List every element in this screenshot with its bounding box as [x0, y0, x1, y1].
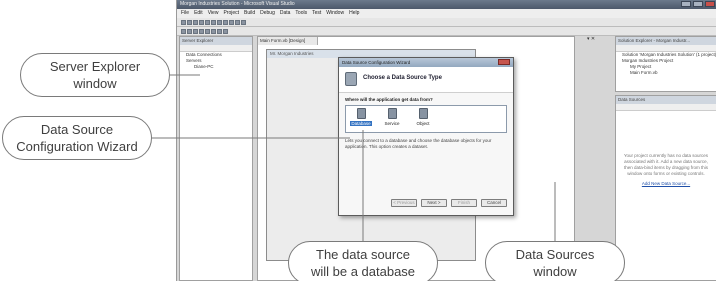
cut-icon[interactable]: [211, 20, 216, 25]
data-source-type-list: Database Service Object: [345, 105, 507, 133]
wizard-close-button[interactable]: [498, 59, 510, 65]
maximize-button[interactable]: [693, 1, 703, 7]
solution-explorer-toolbar: [616, 45, 716, 52]
menu-window[interactable]: Window: [326, 9, 344, 18]
server-explorer-title: Server Explorer: [180, 37, 252, 45]
align-center-icon[interactable]: [187, 29, 192, 34]
previous-button[interactable]: < Previous: [391, 199, 417, 207]
menu-edit[interactable]: Edit: [194, 9, 203, 18]
server-explorer-toolbar: [180, 45, 252, 52]
callout-wizard: Data Source Configuration Wizard: [2, 116, 152, 160]
callout-data-sources: Data Sources window: [485, 241, 625, 281]
wizard-title: Data Source Configuration Wizard: [339, 58, 513, 67]
wizard-heading: Choose a Data Source Type: [363, 75, 442, 81]
solution-explorer-pane: Solution Explorer - Morgan Industr... So…: [615, 36, 716, 92]
type-label-object: Object: [416, 121, 430, 126]
wizard-description: Lets you connect to a database and choos…: [345, 138, 492, 149]
type-label-service: Service: [384, 121, 400, 126]
database-wizard-icon: [345, 72, 357, 86]
callout-database: The data source will be a database: [288, 241, 438, 281]
tab-main-form-design[interactable]: Main Form.vb [Design]: [258, 37, 318, 45]
wizard-header: Choose a Data Source Type: [339, 67, 513, 93]
close-button[interactable]: [705, 1, 715, 7]
add-item-icon[interactable]: [187, 20, 192, 25]
close-pane-icon[interactable]: ▾ ✕: [587, 36, 595, 42]
callout-data-sources-line2: window: [533, 264, 577, 279]
menu-project[interactable]: Project: [223, 9, 239, 18]
window-controls: [681, 1, 715, 7]
minimize-button[interactable]: [681, 1, 691, 7]
menu-debug[interactable]: Debug: [260, 9, 275, 18]
data-source-configuration-wizard: Data Source Configuration Wizard Choose …: [338, 57, 514, 216]
data-sources-title: Data Sources: [616, 96, 716, 104]
database-icon: [356, 108, 366, 119]
save-all-icon[interactable]: [205, 20, 210, 25]
menu-tools[interactable]: Tools: [295, 9, 307, 18]
new-project-icon[interactable]: [181, 20, 186, 25]
finish-button[interactable]: Finish: [451, 199, 477, 207]
type-label-database: Database: [350, 121, 372, 126]
server-explorer-pane: Server Explorer Data Connections Servers…: [179, 36, 253, 281]
same-size-icon[interactable]: [217, 29, 222, 34]
align-middle-icon[interactable]: [205, 29, 210, 34]
menu-help[interactable]: Help: [349, 9, 359, 18]
type-option-object[interactable]: Object: [412, 108, 434, 130]
wizard-question: Where will the application get data from…: [345, 97, 433, 102]
menu-file[interactable]: File: [181, 9, 189, 18]
align-top-icon[interactable]: [199, 29, 204, 34]
align-bottom-icon[interactable]: [211, 29, 216, 34]
align-left-icon[interactable]: [181, 29, 186, 34]
type-option-service[interactable]: Service: [381, 108, 403, 130]
data-sources-empty-message: Your project currently has no data sourc…: [623, 153, 709, 176]
wizard-button-row: < Previous Next > Finish Cancel: [391, 199, 507, 207]
open-file-icon[interactable]: [193, 20, 198, 25]
callout-wizard-line2: Configuration Wizard: [16, 139, 138, 154]
callout-server-explorer: Server Explorer window: [20, 53, 170, 97]
redo-icon[interactable]: [235, 20, 240, 25]
service-icon: [387, 108, 397, 119]
data-sources-pane: Data Sources Your project currently has …: [615, 95, 716, 281]
callout-wizard-line1: Data Source: [40, 122, 114, 137]
window-title: Morgan Industries Solution - Microsoft V…: [180, 1, 295, 7]
menu-build[interactable]: Build: [244, 9, 255, 18]
grid-icon[interactable]: [223, 29, 228, 34]
tree-item-main-form[interactable]: Main Form.vb: [616, 70, 716, 76]
save-icon[interactable]: [199, 20, 204, 25]
solution-explorer-title: Solution Explorer - Morgan Industr...: [616, 37, 716, 45]
type-option-database[interactable]: Database: [350, 108, 372, 130]
paste-icon[interactable]: [223, 20, 228, 25]
callout-server-explorer-line1: Server Explorer: [49, 59, 141, 74]
tree-item-server[interactable]: Diane-PC: [180, 64, 252, 70]
callout-database-line2: will be a database: [310, 264, 416, 279]
menu-bar: File Edit View Project Build Debug Data …: [177, 9, 716, 18]
layout-toolbar: [177, 27, 716, 36]
callout-server-explorer-line2: window: [73, 76, 117, 91]
window-titlebar: Morgan Industries Solution - Microsoft V…: [177, 0, 716, 9]
callout-database-line1: The data source: [316, 247, 410, 262]
data-sources-toolbar: [616, 104, 716, 111]
menu-data[interactable]: Data: [280, 9, 291, 18]
next-button[interactable]: Next >: [421, 199, 447, 207]
menu-test[interactable]: Test: [312, 9, 321, 18]
undo-icon[interactable]: [229, 20, 234, 25]
cancel-button[interactable]: Cancel: [481, 199, 507, 207]
menu-view[interactable]: View: [208, 9, 219, 18]
align-right-icon[interactable]: [193, 29, 198, 34]
start-debug-icon[interactable]: [241, 20, 246, 25]
add-new-data-source-link[interactable]: Add New Data Source...: [616, 181, 716, 186]
standard-toolbar: [177, 18, 716, 27]
copy-icon[interactable]: [217, 20, 222, 25]
object-icon: [418, 108, 428, 119]
callout-data-sources-line1: Data Sources: [515, 247, 595, 262]
